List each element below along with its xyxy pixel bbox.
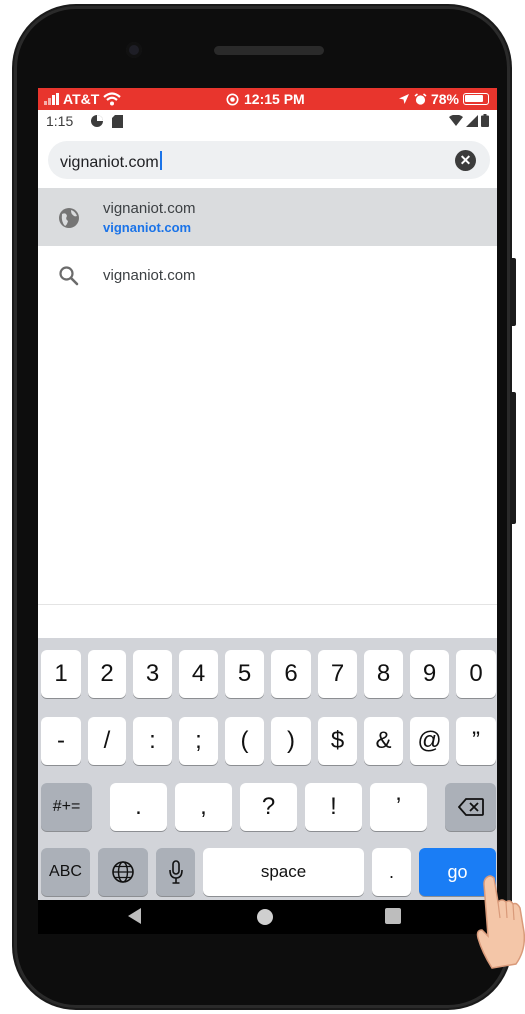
key-8[interactable]: 8 (364, 650, 403, 698)
backspace-icon (457, 798, 484, 816)
android-time: 1:15 (46, 113, 74, 129)
key-4[interactable]: 4 (179, 650, 218, 698)
key-hyphen[interactable]: - (41, 717, 81, 765)
key-globe[interactable] (98, 848, 148, 896)
key-abc[interactable]: ABC (41, 848, 90, 896)
recording-icon (226, 93, 239, 105)
android-battery-icon (481, 114, 489, 127)
ios-status-bar: AT&T 12:15 PM 78% (38, 88, 497, 110)
globe-icon (112, 861, 134, 883)
key-more-symbols[interactable]: #+= (41, 783, 92, 831)
key-0[interactable]: 0 (456, 650, 496, 698)
key-comma[interactable]: , (175, 783, 232, 831)
key-microphone[interactable] (156, 848, 195, 896)
globe-icon (59, 208, 79, 228)
key-quote[interactable]: ” (456, 717, 496, 765)
location-arrow-icon (398, 94, 409, 104)
battery-percent: 78% (430, 91, 459, 107)
alarm-icon (414, 92, 427, 105)
data-saver-icon (91, 115, 103, 127)
battery-icon (463, 93, 489, 105)
key-period[interactable]: . (110, 783, 167, 831)
tap-hand-icon (476, 875, 525, 969)
key-apostrophe[interactable]: ’ (370, 783, 427, 831)
address-bar[interactable]: vignaniot.com ✕ (48, 141, 490, 179)
key-colon[interactable]: : (133, 717, 172, 765)
android-nav-bar (38, 900, 497, 934)
key-6[interactable]: 6 (271, 650, 311, 698)
home-circle-icon[interactable] (257, 909, 273, 925)
text-cursor (159, 151, 162, 170)
wifi-signal-icon (449, 114, 463, 126)
suggestion-url: vignaniot.com (103, 220, 192, 235)
close-circle-icon[interactable]: ✕ (455, 150, 476, 171)
key-question[interactable]: ? (240, 783, 297, 831)
key-1[interactable]: 1 (41, 650, 81, 698)
sd-card-icon (112, 114, 123, 128)
key-3[interactable]: 3 (133, 650, 172, 698)
key-space[interactable]: space (203, 848, 364, 896)
key-semicolon[interactable]: ; (179, 717, 218, 765)
back-triangle-icon[interactable] (128, 908, 141, 924)
volume-button (510, 392, 516, 524)
key-open-paren[interactable]: ( (225, 717, 264, 765)
wifi-icon (103, 92, 122, 106)
key-7[interactable]: 7 (318, 650, 357, 698)
power-button (510, 258, 516, 326)
key-dollar[interactable]: $ (318, 717, 357, 765)
divider (38, 604, 497, 605)
signal-icon (44, 93, 59, 105)
key-2[interactable]: 2 (88, 650, 126, 698)
keyboard: 1 2 3 4 5 6 7 8 9 0 - / : ; ( ) $ & @ ” … (38, 638, 497, 900)
ios-time: 12:15 PM (244, 91, 305, 107)
key-dot[interactable]: . (372, 848, 411, 896)
delete-key[interactable] (445, 783, 496, 831)
key-ampersand[interactable]: & (364, 717, 403, 765)
key-exclamation[interactable]: ! (305, 783, 362, 831)
key-at[interactable]: @ (410, 717, 449, 765)
carrier-label: AT&T (63, 91, 100, 107)
key-9[interactable]: 9 (410, 650, 449, 698)
suggestion-title: vignaniot.com (103, 267, 196, 284)
cell-signal-icon (466, 114, 478, 127)
recents-square-icon[interactable] (385, 908, 401, 924)
android-status-bar: 1:15 (38, 110, 497, 134)
key-close-paren[interactable]: ) (271, 717, 311, 765)
screen: AT&T 12:15 PM 78% 1:15 vignaniot.com ✕ v… (38, 88, 497, 900)
suggestion-title: vignaniot.com (103, 200, 196, 217)
microphone-icon (168, 860, 183, 884)
suggestion-item-url[interactable]: vignaniot.com vignaniot.com (38, 188, 497, 246)
address-input[interactable]: vignaniot.com (60, 151, 162, 172)
key-5[interactable]: 5 (225, 650, 264, 698)
key-slash[interactable]: / (88, 717, 126, 765)
search-icon (59, 266, 79, 286)
suggestion-item-search[interactable]: vignaniot.com (38, 246, 497, 304)
earpiece-speaker (214, 46, 324, 55)
front-camera (126, 42, 142, 58)
